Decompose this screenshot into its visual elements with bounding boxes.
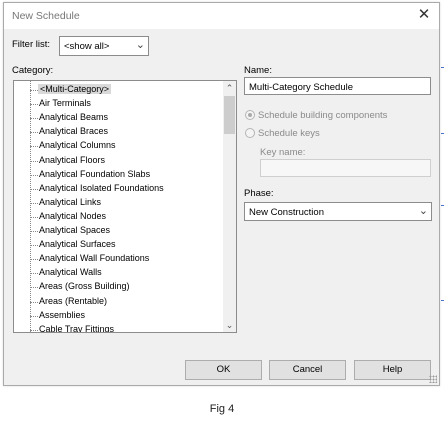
schedule-keys-label: Schedule keys: [258, 128, 320, 139]
scroll-up-icon[interactable]: ⌃: [223, 81, 236, 95]
tree-connector: [30, 146, 38, 148]
category-item-label: Analytical Surfaces: [39, 239, 116, 250]
category-list-item[interactable]: Analytical Braces: [14, 125, 219, 139]
category-list-item[interactable]: Analytical Isolated Foundations: [14, 182, 219, 196]
category-list-item[interactable]: Areas (Gross Building): [14, 280, 219, 294]
tree-connector: [30, 315, 38, 317]
tree-connector: [30, 90, 38, 91]
tree-connector: [30, 202, 38, 204]
category-scrollbar[interactable]: ⌃ ⌄: [223, 81, 236, 332]
category-item-label: Analytical Beams: [39, 112, 109, 123]
category-item-label: Areas (Gross Building): [39, 281, 130, 292]
category-list-item[interactable]: Assemblies: [14, 309, 219, 323]
category-item-label: Analytical Braces: [39, 126, 109, 137]
scroll-thumb[interactable]: [224, 96, 235, 134]
tree-connector: [30, 104, 38, 106]
category-item-label: Analytical Columns: [39, 140, 116, 151]
phase-label: Phase:: [244, 188, 274, 199]
category-list-item[interactable]: Analytical Surfaces: [14, 238, 219, 252]
key-name-field[interactable]: [260, 159, 431, 177]
title-bar: New Schedule ✕: [4, 3, 439, 29]
category-item-label: Analytical Isolated Foundations: [39, 182, 164, 193]
phase-value: New Construction: [249, 207, 324, 218]
category-list-item[interactable]: Analytical Foundation Slabs: [14, 168, 219, 182]
category-list-item[interactable]: Analytical Beams: [14, 111, 219, 125]
schedule-name-value: Multi-Category Schedule: [249, 82, 354, 93]
category-label: Category:: [12, 65, 54, 76]
category-item-label: Assemblies: [39, 309, 86, 320]
tree-connector: [30, 132, 38, 134]
resize-grip-icon[interactable]: [429, 375, 437, 383]
new-schedule-dialog: New Schedule ✕ Filter list: <show all> ⌄…: [3, 2, 440, 386]
schedule-name-field[interactable]: Multi-Category Schedule: [244, 77, 431, 95]
category-item-label: Cable Tray Fittings: [39, 323, 115, 333]
close-icon[interactable]: ✕: [415, 6, 433, 24]
figure-caption: Fig 4: [209, 403, 235, 415]
tree-connector: [30, 174, 38, 176]
category-list-item[interactable]: Air Terminals: [14, 97, 219, 111]
tree-connector: [30, 216, 38, 218]
chevron-down-icon: ⌄: [418, 205, 428, 217]
ok-button[interactable]: OK: [185, 360, 262, 380]
category-item-label: <Multi-Category>: [38, 84, 112, 94]
dialog-title: New Schedule: [12, 10, 80, 22]
category-item-label: Analytical Spaces: [39, 225, 111, 235]
category-list-item[interactable]: Analytical Walls: [14, 266, 219, 280]
tree-connector: [30, 287, 38, 289]
category-list-item[interactable]: Cable Tray Fittings: [14, 323, 219, 333]
schedule-keys-radio[interactable]: [245, 128, 255, 138]
cancel-button[interactable]: Cancel: [269, 360, 346, 380]
category-item-label: Areas (Rentable): [39, 295, 108, 306]
category-item-label: Analytical Wall Foundations: [39, 253, 150, 264]
filter-list-value: <show all>: [64, 41, 110, 52]
name-label: Name:: [244, 65, 272, 76]
category-list-item[interactable]: Analytical Wall Foundations: [14, 252, 219, 266]
chevron-down-icon: ⌄: [135, 39, 145, 51]
category-item-label: Analytical Foundation Slabs: [39, 168, 151, 179]
schedule-building-components-radio[interactable]: [245, 110, 255, 120]
category-list-item[interactable]: Analytical Floors: [14, 154, 219, 168]
phase-dropdown[interactable]: New Construction ⌄: [244, 202, 432, 221]
category-list[interactable]: <Multi-Category> Air Terminals Analytical …: [13, 80, 237, 333]
tree-connector: [30, 118, 38, 120]
filter-list-label: Filter list:: [12, 39, 50, 50]
schedule-building-components-label: Schedule building components: [258, 110, 388, 121]
category-item-label: Analytical Floors: [39, 154, 106, 165]
tree-connector: [30, 329, 38, 331]
category-list-item[interactable]: Analytical Columns: [14, 139, 219, 153]
category-list-item[interactable]: <Multi-Category>: [14, 83, 219, 97]
scroll-down-icon[interactable]: ⌄: [223, 318, 236, 332]
category-item-label: Analytical Links: [39, 196, 102, 207]
key-name-label: Key name:: [260, 147, 306, 158]
category-list-item[interactable]: Areas (Rentable): [14, 295, 219, 309]
category-list-item[interactable]: Analytical Nodes: [14, 210, 219, 224]
tree-connector: [30, 231, 38, 232]
category-item-label: Analytical Walls: [39, 267, 102, 278]
tree-connector: [30, 273, 38, 275]
tree-connector: [30, 301, 38, 303]
tree-connector: [30, 160, 38, 162]
category-item-label: Analytical Nodes: [39, 210, 107, 221]
category-list-item[interactable]: Analytical Links: [14, 196, 219, 210]
tree-connector: [30, 245, 38, 247]
help-button[interactable]: Help: [354, 360, 431, 380]
filter-list-dropdown[interactable]: <show all> ⌄: [59, 36, 149, 56]
category-item-label: Air Terminals: [39, 98, 91, 109]
tree-connector: [30, 188, 38, 190]
category-list-item[interactable]: Analytical Spaces: [14, 224, 219, 238]
tree-connector: [30, 259, 38, 261]
